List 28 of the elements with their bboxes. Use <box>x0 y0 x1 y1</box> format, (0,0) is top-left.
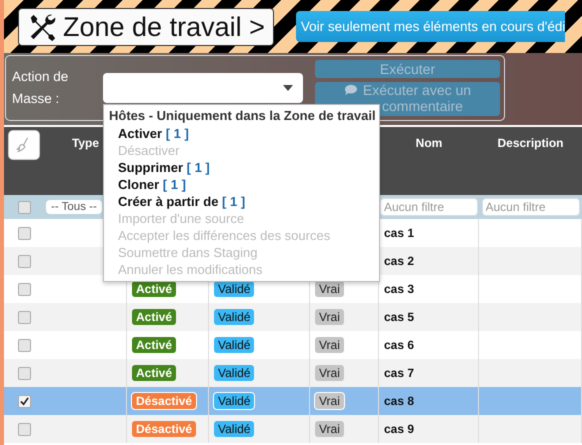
validation-badge: Validé <box>214 393 254 409</box>
status-badge: Activé <box>132 309 176 325</box>
status-badge: Activé <box>132 337 176 353</box>
flag-badge: Vrai <box>315 421 344 437</box>
validation-badge: Validé <box>214 421 254 437</box>
validation-badge: Validé <box>214 365 254 381</box>
name-cell: cas 5 <box>384 310 414 324</box>
name-cell: cas 1 <box>384 226 414 240</box>
flag-badge: Vrai <box>315 281 344 297</box>
name-cell: cas 7 <box>384 366 414 380</box>
name-cell: cas 6 <box>384 338 414 352</box>
flag-badge: Vrai <box>315 337 344 353</box>
validation-badge: Validé <box>214 281 254 297</box>
page-title: Zone de travail > <box>18 8 274 46</box>
status-badge: Activé <box>132 281 176 297</box>
name-cell: cas 3 <box>384 282 414 296</box>
flag-badge: Vrai <box>315 309 344 325</box>
validation-badge: Validé <box>214 309 254 325</box>
name-cell: cas 9 <box>384 422 414 436</box>
flag-badge: Vrai <box>315 393 344 409</box>
mass-action-label: Action de Masse : <box>11 68 70 108</box>
status-badge: Activé <box>132 365 176 381</box>
status-badge: Désactivé <box>132 393 196 409</box>
name-cell: cas 8 <box>384 394 414 408</box>
name-cell: cas 2 <box>384 254 414 268</box>
flag-badge: Vrai <box>315 365 344 381</box>
status-badge: Désactivé <box>132 421 196 437</box>
validation-badge: Validé <box>214 337 254 353</box>
